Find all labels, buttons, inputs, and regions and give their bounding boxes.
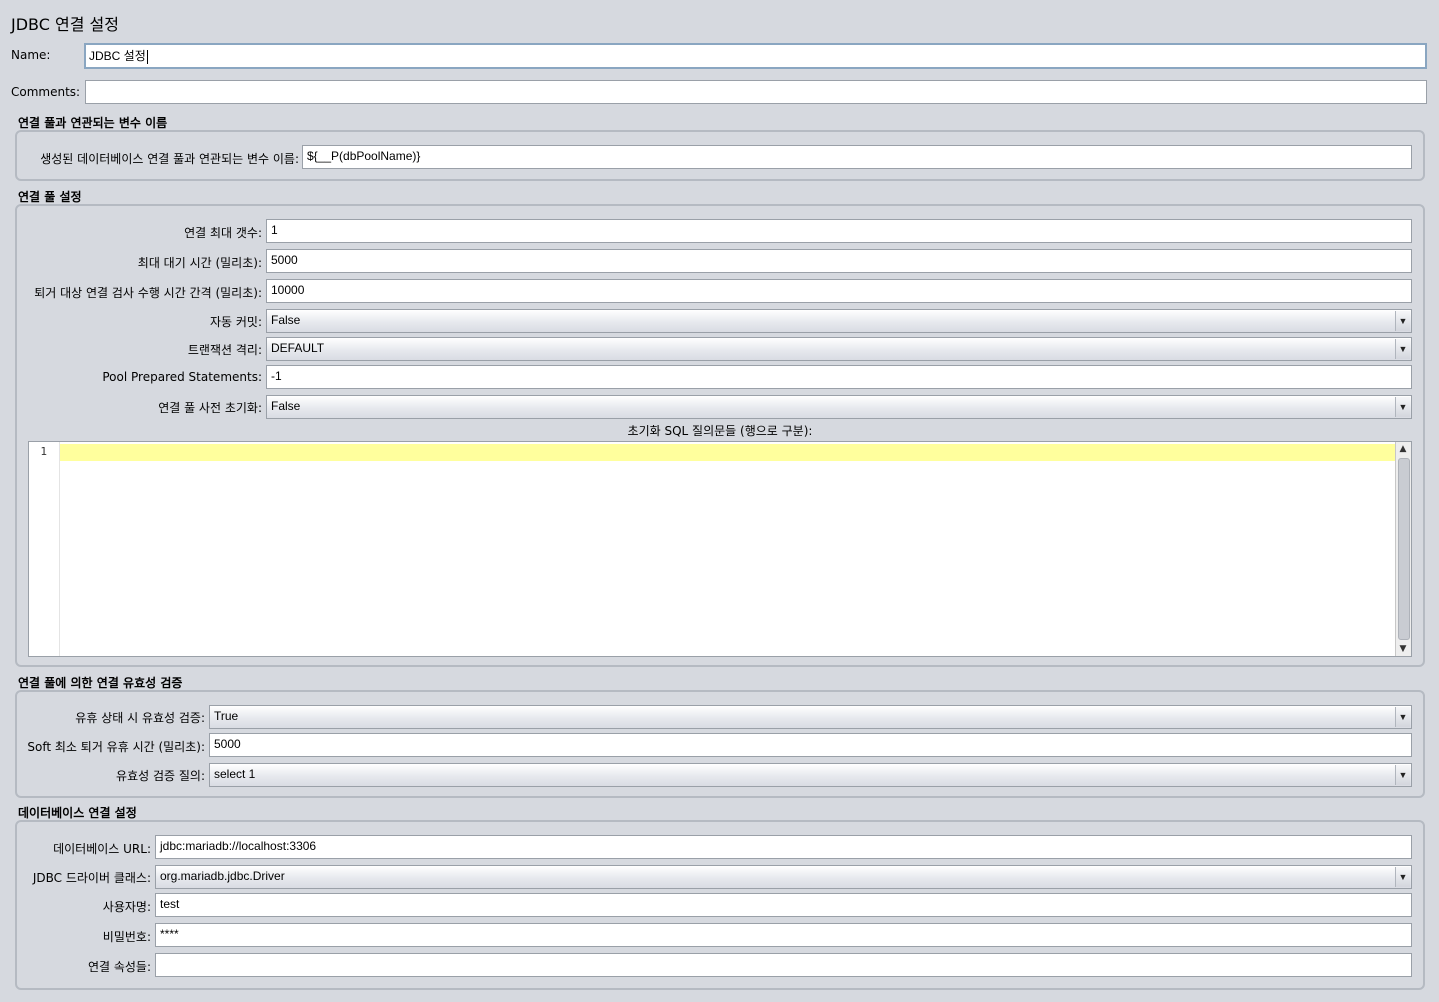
pool-prepared-field[interactable]: -1	[266, 365, 1412, 389]
preinit-label: 연결 풀 사전 초기화:	[158, 401, 262, 415]
validation-query-value: select 1	[214, 767, 256, 781]
comments-label: Comments:	[11, 85, 81, 99]
name-value: JDBC 설정	[89, 49, 146, 63]
max-connections-label: 연결 최대 갯수:	[184, 226, 262, 240]
soft-min-evictable-field[interactable]: 5000	[209, 733, 1412, 757]
max-connections-field[interactable]: 1	[266, 219, 1412, 243]
line-number-gutter	[29, 442, 60, 656]
chevron-down-icon[interactable]: ▼	[1395, 311, 1410, 331]
max-wait-label: 최대 대기 시간 (밀리초):	[137, 256, 262, 270]
line-number: 1	[40, 445, 47, 458]
init-sql-editor[interactable]: 1 ▲ ▼	[28, 441, 1412, 657]
pool-section-title: 연결 풀 설정	[18, 190, 82, 204]
db-url-label: 데이터베이스 URL:	[53, 842, 151, 856]
current-line-highlight	[60, 444, 1396, 461]
pool-prepared-label: Pool Prepared Statements:	[102, 370, 262, 384]
preinit-select[interactable]: False ▼	[266, 395, 1412, 419]
isolation-label: 트랜잭션 격리:	[187, 343, 262, 357]
eviction-interval-label: 퇴거 대상 연결 검사 수행 시간 간격 (밀리초):	[34, 286, 262, 300]
test-while-idle-value: True	[214, 709, 239, 723]
isolation-select[interactable]: DEFAULT ▼	[266, 337, 1412, 361]
name-field[interactable]: JDBC 설정	[84, 43, 1427, 69]
chevron-down-icon[interactable]: ▼	[1395, 867, 1410, 887]
auto-commit-select[interactable]: False ▼	[266, 309, 1412, 333]
soft-min-evictable-label: Soft 최소 퇴거 유휴 시간 (밀리초):	[27, 740, 205, 754]
chevron-down-icon[interactable]: ▼	[1395, 397, 1410, 417]
scroll-up-icon[interactable]: ▲	[1396, 442, 1410, 456]
max-wait-field[interactable]: 5000	[266, 249, 1412, 273]
test-while-idle-label: 유휴 상태 시 유효성 검증:	[75, 711, 205, 725]
validation-section-title: 연결 풀에 의한 연결 유효성 검증	[18, 676, 183, 690]
driver-value: org.mariadb.jdbc.Driver	[160, 869, 285, 883]
vertical-scrollbar[interactable]: ▲ ▼	[1395, 442, 1411, 656]
chevron-down-icon[interactable]: ▼	[1395, 339, 1410, 359]
connection-properties-field[interactable]	[155, 953, 1412, 977]
password-label: 비밀번호:	[102, 930, 151, 944]
scrollbar-thumb[interactable]	[1398, 458, 1410, 640]
scroll-down-icon[interactable]: ▼	[1396, 642, 1410, 656]
validation-query-select[interactable]: select 1 ▼	[209, 763, 1412, 787]
variable-name-label: 생성된 데이터베이스 연결 풀과 연관되는 변수 이름:	[40, 152, 299, 166]
page-title: JDBC 연결 설정	[11, 15, 119, 34]
driver-label: JDBC 드라이버 클래스:	[32, 871, 151, 885]
comments-field[interactable]	[85, 80, 1427, 104]
auto-commit-value: False	[271, 313, 301, 327]
chevron-down-icon[interactable]: ▼	[1395, 765, 1410, 785]
db-section-title: 데이터베이스 연결 설정	[18, 806, 137, 820]
username-label: 사용자명:	[102, 900, 151, 914]
eviction-interval-field[interactable]: 10000	[266, 279, 1412, 303]
auto-commit-label: 자동 커밋:	[209, 315, 262, 329]
chevron-down-icon[interactable]: ▼	[1395, 707, 1410, 727]
init-sql-label: 초기화 SQL 질의문들 (행으로 구분):	[627, 424, 813, 438]
username-field[interactable]: test	[155, 893, 1412, 917]
validation-query-label: 유효성 검증 질의:	[116, 769, 205, 783]
password-field[interactable]: ****	[155, 923, 1412, 947]
isolation-value: DEFAULT	[271, 341, 325, 355]
text-caret	[146, 49, 148, 64]
db-url-field[interactable]: jdbc:mariadb://localhost:3306	[155, 835, 1412, 859]
variable-section-title: 연결 풀과 연관되는 변수 이름	[18, 116, 168, 130]
name-label: Name:	[11, 48, 51, 62]
preinit-value: False	[271, 399, 301, 413]
variable-name-field[interactable]: ${__P(dbPoolName)}	[302, 145, 1412, 169]
connection-properties-label: 연결 속성들:	[87, 960, 151, 974]
driver-select[interactable]: org.mariadb.jdbc.Driver ▼	[155, 865, 1412, 889]
test-while-idle-select[interactable]: True ▼	[209, 705, 1412, 729]
